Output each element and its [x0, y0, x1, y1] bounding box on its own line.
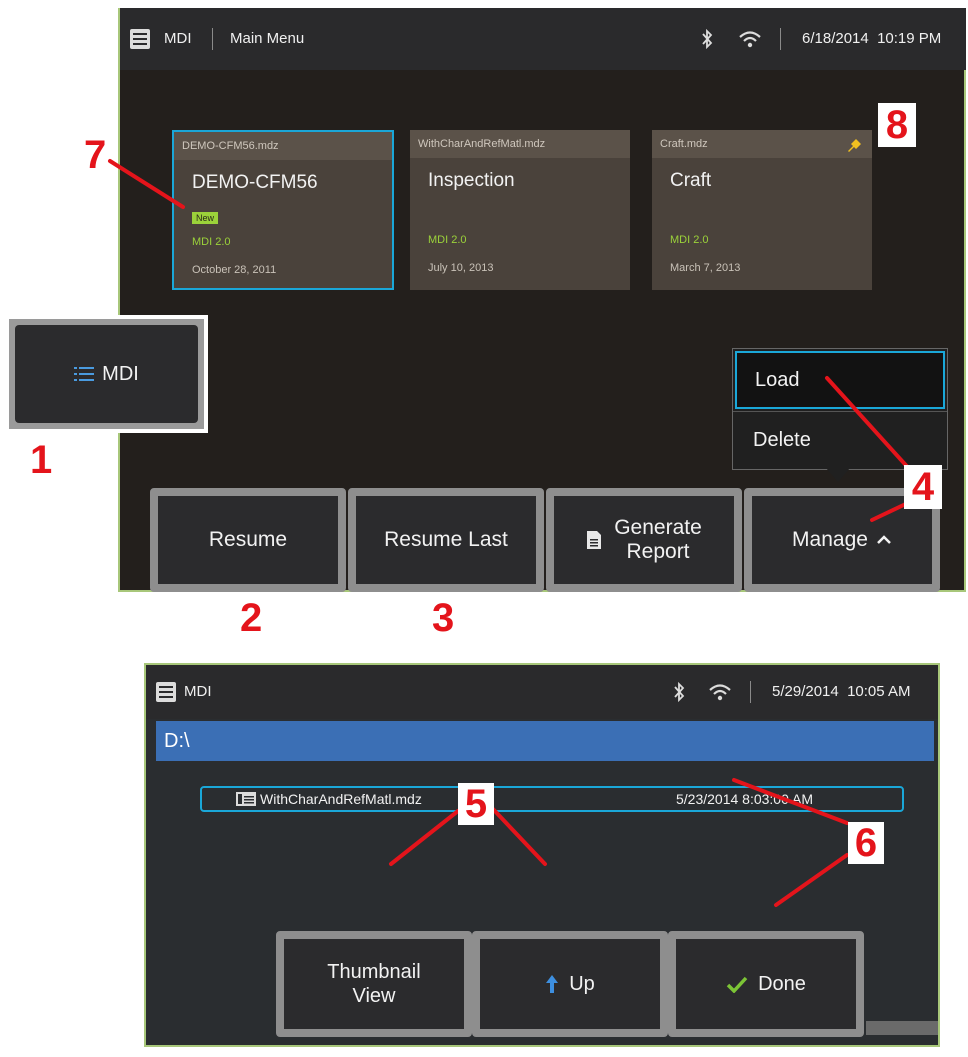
arrow-6b: [732, 778, 849, 825]
callout-4: 4: [904, 465, 942, 509]
callout-3: 3: [432, 596, 455, 640]
callout-5: 5: [458, 783, 494, 825]
callout-6: 6: [848, 822, 884, 864]
arrow-4a: [825, 376, 914, 474]
arrow-5a: [389, 809, 460, 866]
annotation-arrows: [108, 159, 914, 907]
callout-2: 2: [240, 596, 263, 640]
arrow-6a: [774, 853, 849, 907]
callout-8: 8: [878, 103, 916, 147]
callout-7: 7: [84, 133, 107, 177]
callout-1: 1: [30, 438, 53, 482]
arrow-7: [108, 159, 185, 209]
arrow-5b: [490, 806, 547, 866]
